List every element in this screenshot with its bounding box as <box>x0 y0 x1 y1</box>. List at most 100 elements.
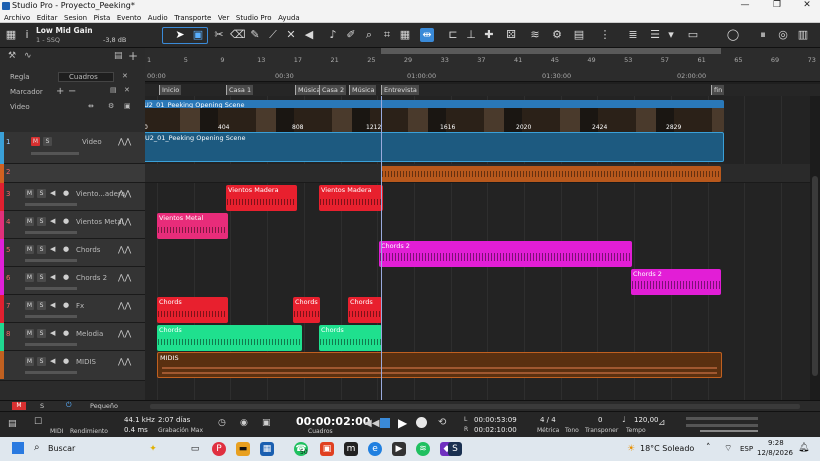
mute-button[interactable]: M <box>25 217 34 226</box>
files-icon[interactable]: ▭ <box>188 442 202 456</box>
track-header-8[interactable]: 8 M S ◀ ● Melodia ⋀⋀ <box>0 323 145 351</box>
cloud-icon[interactable]: ◎ <box>776 28 790 42</box>
menu-transporte[interactable]: Transporte <box>174 14 211 23</box>
loop-range[interactable] <box>381 48 721 54</box>
rewind-icon[interactable]: ◀◀ <box>364 418 379 429</box>
track-header-2[interactable]: 2 <box>0 164 145 183</box>
record-arm-icon[interactable]: ● <box>63 301 69 309</box>
menu-editar[interactable]: Editar <box>37 14 58 23</box>
record-arm-icon[interactable]: ● <box>63 245 69 253</box>
monitor-icon[interactable]: ◀ <box>50 357 55 365</box>
mute-button[interactable]: M <box>25 245 34 254</box>
timeline-ruler[interactable]: 1 5 9 13 17 21 25 29 33 37 41 45 49 53 57 61 65 69 73 00:0… <box>145 48 820 82</box>
apps-grid-icon[interactable]: ⋮ <box>598 28 612 42</box>
folder-icon[interactable]: ▬ <box>236 442 250 456</box>
ruler-format-select[interactable]: Cuadros <box>58 72 114 82</box>
spotify-icon[interactable]: ≋ <box>416 442 430 456</box>
marker-list-icon[interactable]: ▤ <box>110 86 117 94</box>
menu-studio-pro[interactable]: Studio Pro <box>236 14 272 23</box>
volume-fader[interactable] <box>25 343 77 346</box>
tray-chevron-icon[interactable]: ˄ <box>706 443 711 453</box>
dice-icon[interactable]: ⚄ <box>504 28 518 42</box>
clip-fx-1[interactable]: Chords <box>157 297 228 323</box>
marker-casa-2[interactable]: Casa 2 <box>319 85 347 95</box>
menu-ayuda[interactable]: Ayuda <box>278 14 300 23</box>
clip-chords-2-b[interactable]: Chords 2 <box>631 269 721 295</box>
horizontal-scrollbar[interactable] <box>150 404 800 409</box>
quantize-icon[interactable]: ≋ <box>528 28 542 42</box>
record-mode-icon[interactable]: ▣ <box>262 418 271 428</box>
record-arm-icon[interactable]: ● <box>63 189 69 197</box>
grid-icon[interactable]: ▦ <box>4 28 18 42</box>
snap-icon[interactable]: ⌗ <box>380 28 394 42</box>
volume-fader[interactable] <box>25 231 77 234</box>
menu-audio[interactable]: Audio <box>148 14 168 23</box>
time-unit-select[interactable]: Cuadros <box>308 428 333 435</box>
master-volume-fader[interactable] <box>700 430 758 432</box>
time-display[interactable]: 00:00:02:00 <box>296 415 370 428</box>
track-header-4[interactable]: 4 M S ◀ ● Vientos Metal ⋀⋀ <box>0 211 145 239</box>
power-icon[interactable]: ⏻ <box>66 401 72 410</box>
mute-button[interactable]: M <box>25 301 34 310</box>
menu-pista[interactable]: Pista <box>94 14 111 23</box>
punch-icon[interactable]: ◉ <box>240 418 248 428</box>
chevron-down-icon[interactable]: ▾ <box>664 28 678 42</box>
settings-sliders-icon[interactable]: ⚙ <box>550 28 564 42</box>
paint-tool-icon[interactable]: ✐ <box>344 28 358 42</box>
settings-icon[interactable]: ▤ <box>114 51 123 61</box>
language-indicator[interactable]: ESP <box>740 445 753 453</box>
monitor-icon[interactable]: ◀ <box>50 189 55 197</box>
volume-fader[interactable] <box>25 287 77 290</box>
ruler-close-icon[interactable]: ✕ <box>122 72 128 80</box>
mute-tool-icon[interactable]: ✕ <box>284 28 298 42</box>
speaker-tool-icon[interactable]: ◀ <box>302 28 316 42</box>
volume-fader[interactable] <box>25 259 77 262</box>
metronome-icon-bottom[interactable]: ⊿ <box>658 418 666 428</box>
eraser-tool-icon[interactable]: ⌫ <box>230 28 246 42</box>
record-arm-icon[interactable]: ● <box>63 357 69 365</box>
media-icon[interactable]: m <box>344 442 358 456</box>
scroll-thumb[interactable] <box>812 176 818 376</box>
monitor-icon[interactable]: ◀ <box>50 217 55 225</box>
inspector-icon[interactable]: i <box>20 28 34 42</box>
close-button[interactable]: ✕ <box>792 0 820 13</box>
track-header-7[interactable]: 7 M S ◀ ● Fx ⋀⋀ <box>0 295 145 323</box>
range-tool-icon[interactable]: ▣ <box>191 28 205 42</box>
vertical-scrollbar[interactable] <box>810 96 820 400</box>
record-arm-icon[interactable]: ● <box>63 329 69 337</box>
zoom-tool-icon[interactable]: ⌕ <box>362 28 376 42</box>
clip-midis[interactable]: MIDIS <box>157 352 722 378</box>
track-header-3[interactable]: 3 M S ◀ ● Viento...adera ⋀⋀ <box>0 183 145 211</box>
panel-toggle-icon[interactable]: ▥ <box>796 28 810 42</box>
track-header-6[interactable]: 6 M S ◀ ● Chords 2 ⋀⋀ <box>0 267 145 295</box>
autoscroll-icon[interactable]: ⇹ <box>420 28 434 42</box>
solo-button[interactable]: S <box>37 189 46 198</box>
metronome-note-icon[interactable]: ♩ <box>622 415 626 424</box>
arrange-view[interactable]: U2_01_Peeking Opening Scene 0 404 808 1212 1… <box>145 96 810 400</box>
solo-button[interactable]: S <box>37 329 46 338</box>
clock-time[interactable]: 9:28 <box>768 439 784 447</box>
windows-start-icon[interactable] <box>12 442 24 454</box>
clip-melodia-1[interactable]: Chords <box>157 325 302 351</box>
mute-button[interactable]: M <box>25 357 34 366</box>
clip-track2[interactable] <box>381 166 721 182</box>
video-app-icon[interactable]: ▶ <box>392 442 406 456</box>
record-arm-icon[interactable]: ● <box>63 273 69 281</box>
timer-icon[interactable]: ◷ <box>218 418 226 428</box>
split-tool-icon[interactable]: ✂ <box>212 28 226 42</box>
volume-fader[interactable] <box>31 152 79 155</box>
pencil-tool-icon[interactable]: ✎ <box>248 28 262 42</box>
record-arm-icon[interactable]: ● <box>63 217 69 225</box>
remove-marker-icon[interactable]: − <box>68 86 76 97</box>
menu-archivo[interactable]: Archivo <box>4 14 30 23</box>
transpose-value[interactable]: 0 <box>598 416 602 424</box>
loop-icon[interactable]: ⟲ <box>438 417 446 428</box>
notification-icon[interactable]: 🔔︎ <box>798 443 809 453</box>
solo-button[interactable]: S <box>37 245 46 254</box>
mute-button[interactable]: M <box>25 189 34 198</box>
menu-ver[interactable]: Ver <box>218 14 229 23</box>
solo-button[interactable]: S <box>43 137 52 146</box>
save-icon[interactable]: ▤ <box>572 28 586 42</box>
marker-casa-1[interactable]: Casa 1 <box>226 85 254 95</box>
maximize-button[interactable]: ❐ <box>762 0 792 13</box>
